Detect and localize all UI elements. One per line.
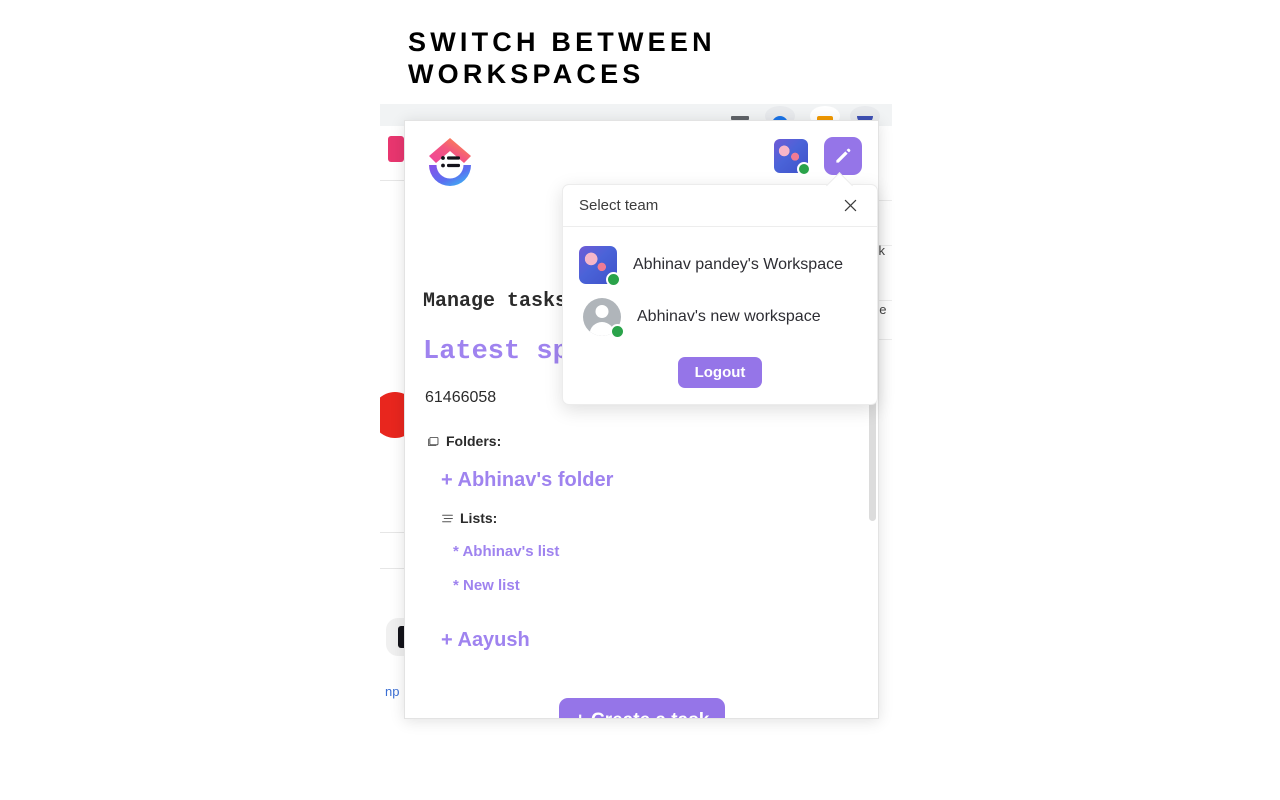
team-avatar <box>579 246 621 287</box>
select-team-popup: Select team Abhinav pandey's Workspace A… <box>562 184 878 405</box>
list-icon <box>442 514 453 522</box>
close-icon <box>844 199 856 212</box>
online-status-dot <box>606 272 621 287</box>
background-text-np: np <box>385 684 400 699</box>
logout-row: Logout <box>563 349 877 404</box>
folder-item[interactable]: + Abhinav's folder <box>441 469 613 492</box>
space-id: 61466058 <box>425 389 497 406</box>
online-status-dot <box>610 324 625 339</box>
online-status-dot <box>797 162 811 176</box>
close-button[interactable] <box>837 193 863 219</box>
team-row[interactable]: Abhinav's new workspace <box>563 291 877 343</box>
background-pink-chip <box>388 136 404 162</box>
team-avatar <box>583 298 625 339</box>
team-name: Abhinav pandey's Workspace <box>633 256 843 273</box>
space-title: Latest sp <box>423 337 569 367</box>
screenshot-root: Switch between workspaces np ck ge <box>0 0 1280 800</box>
clickup-logo-icon <box>423 134 477 188</box>
logout-button[interactable]: Logout <box>677 357 763 388</box>
lists-label-text: Lists: <box>460 510 498 526</box>
select-team-title: Select team <box>579 197 659 214</box>
team-name: Abhinav's new workspace <box>637 308 821 325</box>
select-team-header: Select team <box>563 185 877 227</box>
edit-workspace-button[interactable] <box>824 137 862 175</box>
team-row[interactable]: Abhinav pandey's Workspace <box>563 239 877 291</box>
folder-icon <box>428 436 439 446</box>
manage-tasks-title: Manage tasks <box>423 290 568 313</box>
team-list: Abhinav pandey's Workspace Abhinav's new… <box>563 227 877 349</box>
pencil-icon <box>836 148 851 163</box>
list-item[interactable]: * Abhinav's list <box>453 543 559 560</box>
folders-label-text: Folders: <box>446 433 502 449</box>
avatar[interactable] <box>774 139 811 176</box>
folder-item[interactable]: + Aayush <box>441 629 530 652</box>
header-actions <box>774 137 862 176</box>
lists-section-label: Lists: <box>441 510 497 526</box>
create-task-button[interactable]: + Create a task <box>559 698 725 718</box>
list-item[interactable]: * New list <box>453 577 520 594</box>
folders-section-label: Folders: <box>427 433 501 449</box>
page-title: Switch between workspaces <box>408 27 716 89</box>
